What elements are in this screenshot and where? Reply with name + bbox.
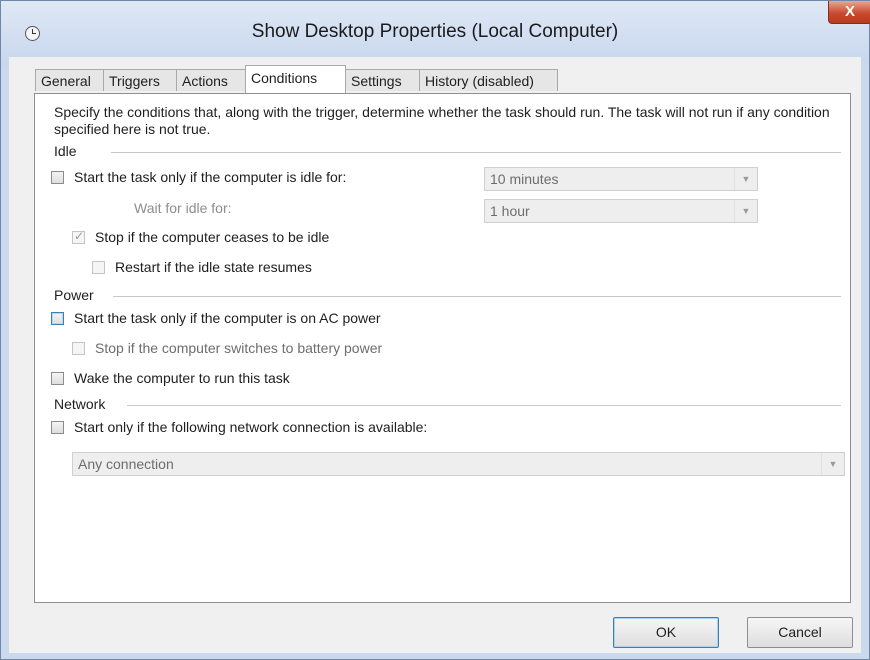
start-on-ac-checkbox[interactable] <box>51 311 64 325</box>
intro-text: Specify the conditions that, along with … <box>54 104 830 137</box>
start-if-network-label: Start only if the following network conn… <box>74 419 428 435</box>
network-divider <box>127 405 841 406</box>
tab-triggers[interactable]: Triggers <box>103 69 177 91</box>
tab-actions[interactable]: Actions <box>176 69 246 91</box>
restart-if-resumes-row[interactable]: Restart if the idle state resumes <box>92 258 312 276</box>
chevron-down-icon: ▼ <box>734 168 757 190</box>
conditions-panel: Specify the conditions that, along with … <box>34 93 851 603</box>
title-bar[interactable]: Show Desktop Properties (Local Computer)… <box>1 1 870 65</box>
properties-dialog: Show Desktop Properties (Local Computer)… <box>0 0 870 660</box>
wait-for-idle-label: Wait for idle for: <box>134 200 232 216</box>
idle-divider <box>111 152 841 153</box>
restart-if-resumes-label: Restart if the idle state resumes <box>115 259 312 275</box>
window-title: Show Desktop Properties (Local Computer) <box>251 21 619 42</box>
network-connection-value: Any connection <box>78 456 174 472</box>
idle-duration-value: 10 minutes <box>490 171 559 187</box>
chevron-down-icon: ▼ <box>734 200 757 222</box>
stop-on-battery-label: Stop if the computer switches to battery… <box>95 340 383 356</box>
network-group-label: Network <box>54 396 106 412</box>
start-if-idle-label: Start the task only if the computer is i… <box>74 169 347 185</box>
wake-to-run-checkbox[interactable] <box>51 371 64 385</box>
start-if-network-checkbox[interactable] <box>51 420 64 434</box>
tab-history[interactable]: History (disabled) <box>419 69 558 91</box>
tab-settings[interactable]: Settings <box>345 69 420 91</box>
idle-group-label: Idle <box>54 143 77 159</box>
chevron-down-icon: ▼ <box>821 453 844 475</box>
cancel-button[interactable]: Cancel <box>747 617 853 648</box>
wake-to-run-row[interactable]: Wake the computer to run this task <box>51 369 290 387</box>
idle-duration-select[interactable]: 10 minutes ▼ <box>484 167 758 191</box>
network-connection-select[interactable]: Any connection ▼ <box>72 452 845 476</box>
close-button[interactable]: X <box>828 1 870 24</box>
wait-duration-value: 1 hour <box>490 203 530 219</box>
start-if-idle-row[interactable]: Start the task only if the computer is i… <box>51 168 346 186</box>
stop-if-ceases-row[interactable]: Stop if the computer ceases to be idle <box>72 228 329 246</box>
tab-conditions[interactable]: Conditions <box>245 65 346 93</box>
start-on-ac-label: Start the task only if the computer is o… <box>74 310 381 326</box>
wait-duration-select[interactable]: 1 hour ▼ <box>484 199 758 223</box>
ok-button[interactable]: OK <box>613 617 719 648</box>
stop-if-ceases-label: Stop if the computer ceases to be idle <box>95 229 330 245</box>
start-if-network-row[interactable]: Start only if the following network conn… <box>51 418 427 436</box>
start-on-ac-row[interactable]: Start the task only if the computer is o… <box>51 309 381 327</box>
power-group-label: Power <box>54 287 94 303</box>
tab-general[interactable]: General <box>35 69 104 91</box>
wake-to-run-label: Wake the computer to run this task <box>74 370 290 386</box>
restart-if-resumes-checkbox[interactable] <box>92 260 105 274</box>
dialog-client-area: General Triggers Actions Conditions Sett… <box>9 57 861 653</box>
power-divider <box>113 296 841 297</box>
stop-on-battery-checkbox[interactable] <box>72 341 85 355</box>
start-if-idle-checkbox[interactable] <box>51 170 64 184</box>
stop-on-battery-row[interactable]: Stop if the computer switches to battery… <box>72 339 382 357</box>
stop-if-ceases-checkbox[interactable] <box>72 229 85 244</box>
